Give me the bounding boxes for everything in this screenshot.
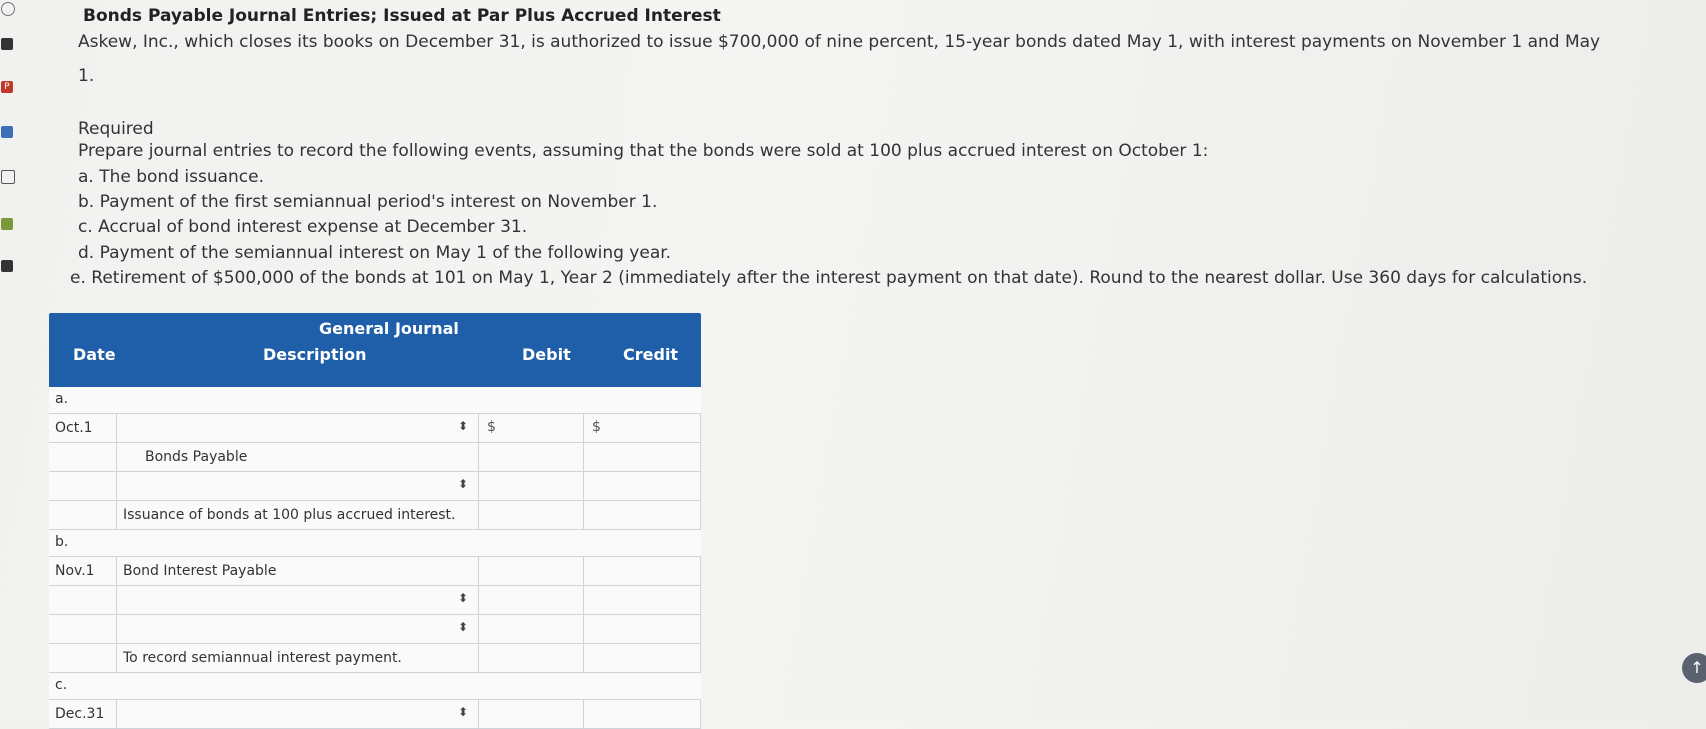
debit-input[interactable] (478, 557, 583, 585)
problem-intro: Askew, Inc., which closes its books on D… (78, 32, 1601, 52)
journal-row: ⬍ (49, 615, 701, 644)
circle-icon[interactable] (1, 2, 15, 16)
account-name: Bonds Payable (145, 449, 248, 465)
item-e: e. Retirement of $500,000 of the bonds a… (70, 268, 1588, 288)
date-cell: Nov.1 (55, 563, 95, 579)
date-cell: Dec.31 (55, 706, 105, 722)
section-label: c. (55, 677, 68, 693)
debit-input[interactable] (478, 615, 583, 643)
left-sidebar: P (0, 0, 20, 719)
col-description: Description (263, 345, 367, 364)
general-journal: General Journal Date Description Debit C… (49, 313, 701, 729)
journal-row: Oct.1 ⬍ $ $ (49, 414, 701, 443)
journal-row: Bonds Payable (49, 443, 701, 472)
section-b-row: b. (49, 530, 701, 557)
section-c-row: c. (49, 673, 701, 700)
required-label: Required (78, 119, 154, 139)
account-select[interactable]: ⬍ (116, 414, 478, 442)
instruction: Prepare journal entries to record the fo… (78, 141, 1209, 161)
select-arrows-icon: ⬍ (457, 705, 468, 719)
sidebar-icon[interactable] (1, 38, 13, 50)
currency-symbol: $ (487, 419, 496, 435)
account-select[interactable]: ⬍ (116, 586, 478, 614)
debit-input[interactable] (478, 443, 583, 471)
currency-symbol: $ (592, 419, 601, 435)
item-d: d. Payment of the semiannual interest on… (78, 243, 672, 263)
account-select[interactable]: ⬍ (116, 700, 478, 728)
credit-input[interactable] (583, 586, 701, 614)
select-arrows-icon: ⬍ (457, 620, 468, 634)
credit-input[interactable] (583, 615, 701, 643)
select-arrows-icon: ⬍ (457, 591, 468, 605)
item-a: a. The bond issuance. (78, 167, 265, 187)
grid-icon[interactable] (1, 218, 13, 230)
problem-intro-cont: 1. (78, 66, 95, 86)
journal-row: Nov.1 Bond Interest Payable (49, 557, 701, 586)
debit-input[interactable] (478, 586, 583, 614)
date-cell: Oct.1 (55, 420, 93, 436)
pdf-icon[interactable]: P (1, 81, 13, 93)
debit-input[interactable] (478, 700, 583, 728)
memo-text: To record semiannual interest payment. (123, 650, 402, 666)
refresh-icon[interactable] (1, 170, 15, 184)
credit-input[interactable] (583, 472, 701, 500)
debit-input[interactable]: $ (478, 414, 583, 442)
item-b: b. Payment of the first semiannual perio… (78, 192, 658, 212)
arrow-icon[interactable] (1, 260, 13, 272)
journal-row: To record semiannual interest payment. (49, 644, 701, 673)
select-arrows-icon: ⬍ (457, 419, 468, 433)
journal-title: General Journal (319, 319, 459, 338)
credit-input[interactable] (583, 700, 701, 728)
journal-row: ⬍ (49, 472, 701, 501)
debit-input[interactable] (478, 472, 583, 500)
list-icon[interactable] (1, 126, 13, 138)
account-name: Bond Interest Payable (123, 563, 277, 579)
memo-text: Issuance of bonds at 100 plus accrued in… (123, 507, 456, 523)
journal-header: General Journal Date Description Debit C… (49, 313, 701, 387)
account-select[interactable]: ⬍ (116, 472, 478, 500)
col-debit: Debit (522, 345, 571, 364)
problem-title: Bonds Payable Journal Entries; Issued at… (83, 6, 721, 26)
col-date: Date (73, 345, 116, 364)
col-credit: Credit (623, 345, 679, 364)
journal-row: ⬍ (49, 586, 701, 615)
select-arrows-icon: ⬍ (457, 477, 468, 491)
credit-input[interactable]: $ (583, 414, 701, 442)
journal-row: Dec.31 ⬍ (49, 700, 701, 729)
section-label: a. (55, 391, 69, 407)
journal-row: Issuance of bonds at 100 plus accrued in… (49, 501, 701, 530)
credit-input[interactable] (583, 443, 701, 471)
item-c: c. Accrual of bond interest expense at D… (78, 217, 528, 237)
scroll-up-icon[interactable]: ↑ (1682, 653, 1706, 683)
credit-input[interactable] (583, 557, 701, 585)
section-label: b. (55, 534, 69, 550)
section-a-row: a. (49, 387, 701, 414)
account-select[interactable]: ⬍ (116, 615, 478, 643)
